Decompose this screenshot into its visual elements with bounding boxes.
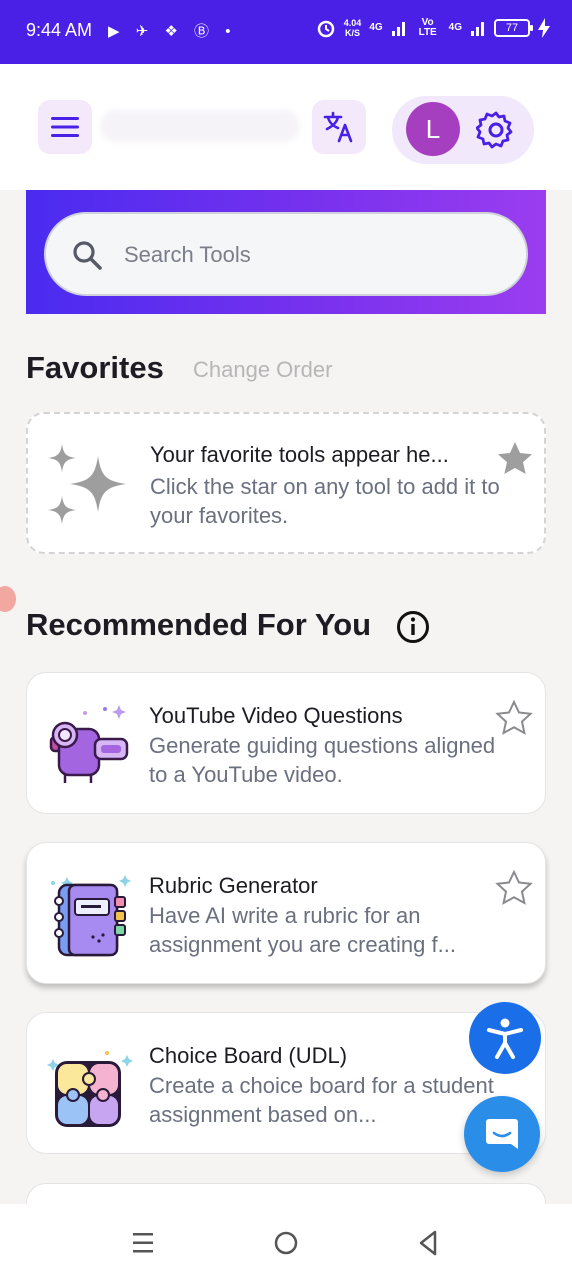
tool-name: Rubric Generator (149, 873, 318, 898)
tool-description: Create a choice board for a student assi… (149, 1073, 494, 1127)
search-input[interactable] (124, 238, 504, 272)
battery-indicator: 77 (494, 19, 533, 37)
floating-indicator-dot[interactable] (0, 586, 16, 612)
menu-button[interactable] (38, 100, 92, 154)
chat-icon (486, 1119, 518, 1149)
search-banner (26, 190, 546, 314)
signal-icon (391, 22, 405, 36)
tool-name: Choice Board (UDL) (149, 1043, 348, 1068)
gear-icon[interactable] (476, 110, 516, 150)
status-bar: 9:44 AM ▶ ✈ ❖ Ⓑ • 4.04 K/S 4G Vo LTE 4G 7… (0, 0, 572, 64)
video-camera-icon (49, 705, 129, 783)
translate-button[interactable] (312, 100, 366, 154)
change-order-link[interactable]: Change Order (193, 357, 332, 383)
volte-label: Vo LTE (418, 17, 437, 38)
info-icon[interactable] (396, 610, 430, 644)
chat-button[interactable] (464, 1096, 540, 1172)
notebook-icon (51, 875, 131, 957)
blurred-logo-area (100, 110, 300, 142)
accessibility-button[interactable] (469, 1002, 541, 1074)
favorites-empty-description: Click the star on any tool to add it to … (150, 474, 500, 528)
home-icon[interactable] (269, 1226, 303, 1260)
star-outline-icon[interactable] (495, 869, 533, 907)
signal-2-label: 4G (448, 22, 462, 33)
star-outline-icon[interactable] (495, 699, 533, 737)
recommended-heading: Recommended For You (26, 607, 372, 642)
system-nav-bar (0, 1204, 572, 1280)
avatar[interactable]: L (406, 102, 460, 156)
back-icon[interactable] (411, 1226, 445, 1260)
tool-name: YouTube Video Questions (149, 703, 403, 728)
tool-description: Generate guiding questions aligned to a … (149, 733, 496, 787)
user-controls: L (392, 96, 534, 164)
app-header: L (0, 64, 572, 190)
charging-icon (538, 18, 550, 38)
status-right-group: 4.04 K/S 4G Vo LTE 4G 77 (316, 18, 550, 38)
translate-icon (323, 111, 353, 143)
search-box[interactable] (44, 212, 528, 296)
sparkles-icon (48, 444, 126, 524)
net-speed: 4.04 K/S (343, 18, 362, 38)
signal-1-label: 4G (369, 22, 383, 33)
accessibility-icon (487, 1018, 523, 1059)
puzzle-icon (47, 1051, 133, 1127)
notification-icons: ▶ ✈ ❖ Ⓑ • (108, 23, 237, 40)
tool-card-rubric-generator[interactable]: Rubric Generator Have AI write a rubric … (26, 842, 546, 984)
recent-apps-icon[interactable] (126, 1226, 160, 1260)
tool-description: Have AI write a rubric for an assignment… (149, 903, 456, 957)
alarm-icon (317, 20, 335, 38)
status-time: 9:44 AM (26, 20, 93, 40)
star-filled-icon (498, 442, 532, 474)
favorites-heading: Favorites (26, 350, 164, 385)
search-icon (73, 241, 102, 270)
favorites-empty-card: Your favorite tools appear he... Click t… (26, 412, 546, 554)
signal-icon (471, 22, 484, 36)
tool-card-youtube-video-questions[interactable]: YouTube Video Questions Generate guiding… (26, 672, 546, 814)
hamburger-menu-icon (51, 117, 79, 137)
favorites-empty-heading: Your favorite tools appear he... (150, 442, 449, 467)
